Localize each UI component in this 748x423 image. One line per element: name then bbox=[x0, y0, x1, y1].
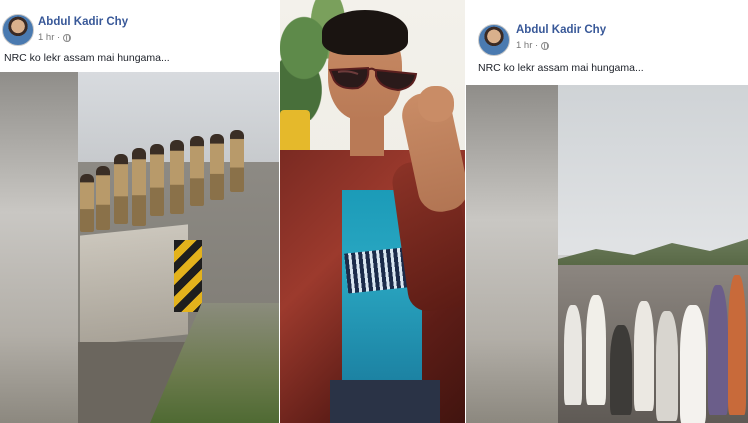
crowd-person bbox=[680, 305, 706, 423]
police-figure bbox=[132, 148, 146, 226]
sunglasses-icon bbox=[328, 66, 418, 92]
post-text: NRC ko lekr assam mai hungama... bbox=[4, 52, 170, 64]
police-figure bbox=[230, 130, 244, 192]
avatar[interactable] bbox=[478, 24, 510, 56]
police-group bbox=[80, 130, 259, 234]
video-player[interactable] bbox=[466, 85, 748, 423]
crowd-person bbox=[634, 301, 654, 411]
police-figure bbox=[150, 144, 164, 216]
portrait-photo-panel bbox=[280, 0, 465, 423]
globe-icon bbox=[541, 41, 550, 50]
crowd-person bbox=[610, 325, 632, 415]
video-blur-left bbox=[0, 72, 78, 423]
video-player[interactable] bbox=[0, 72, 279, 423]
avatar[interactable] bbox=[2, 14, 34, 46]
author-name-link[interactable]: Abdul Kadir Chy bbox=[516, 24, 606, 36]
globe-icon bbox=[63, 33, 72, 42]
post-header: Abdul Kadir Chy 1 hr · NRC ko lekr assam… bbox=[0, 0, 279, 72]
left-post-panel: Abdul Kadir Chy 1 hr · NRC ko lekr assam… bbox=[0, 0, 279, 423]
post-text: NRC ko lekr assam mai hungama... bbox=[478, 62, 644, 74]
video-sky bbox=[558, 85, 748, 255]
police-figure bbox=[80, 174, 94, 232]
crowd-person bbox=[586, 295, 606, 405]
video-blur-left bbox=[466, 85, 558, 423]
portrait-photo bbox=[280, 0, 465, 423]
hand bbox=[418, 86, 454, 122]
crowd-person bbox=[708, 285, 728, 415]
crowd bbox=[558, 265, 748, 423]
barrier-warning-stripes bbox=[174, 240, 202, 312]
hair bbox=[322, 10, 408, 55]
post-timestamp[interactable]: 1 hr · bbox=[38, 32, 72, 43]
police-figure bbox=[114, 154, 128, 224]
jeans bbox=[330, 380, 440, 423]
concrete-barrier bbox=[80, 224, 188, 346]
timestamp-text: 1 hr · bbox=[38, 32, 61, 43]
police-figure bbox=[96, 166, 110, 230]
crowd-person bbox=[728, 275, 746, 415]
police-figure bbox=[170, 140, 184, 214]
police-figure bbox=[190, 136, 204, 206]
right-post-panel: Abdul Kadir Chy 1 hr · NRC ko lekr assam… bbox=[466, 0, 748, 423]
police-figure bbox=[210, 134, 224, 200]
post-header: Abdul Kadir Chy 1 hr · NRC ko lekr assam… bbox=[466, 0, 748, 85]
author-name-link[interactable]: Abdul Kadir Chy bbox=[38, 16, 128, 28]
crowd-person bbox=[564, 305, 582, 405]
post-timestamp[interactable]: 1 hr · bbox=[516, 40, 550, 51]
crowd-person bbox=[656, 311, 678, 421]
timestamp-text: 1 hr · bbox=[516, 40, 539, 51]
